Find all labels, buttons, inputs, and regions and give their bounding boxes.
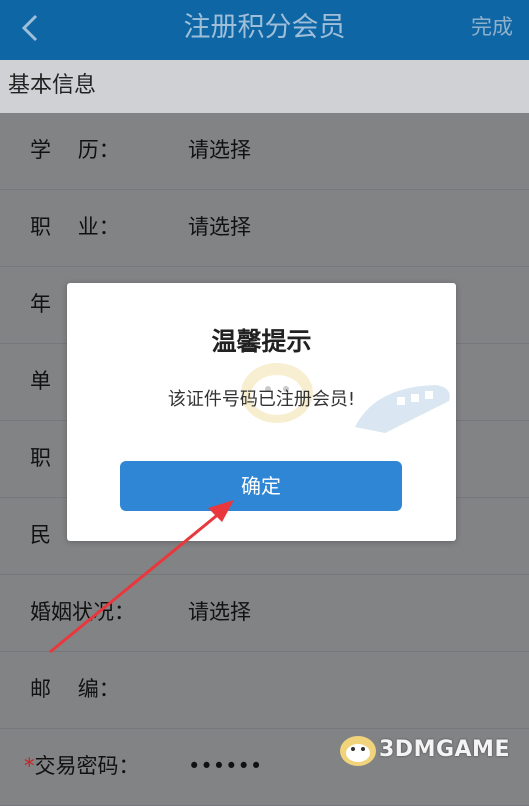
trade-password-label-text: 交易密码： <box>34 754 140 778</box>
education-select[interactable]: 请选择 <box>188 135 251 165</box>
section-title: 基本信息 <box>8 73 97 98</box>
dialog-title: 温馨提示 <box>211 327 312 356</box>
confirm-button[interactable]: 确定 <box>120 461 402 511</box>
ethnicity-label: 民 <box>30 523 51 547</box>
marital-status-label: 婚姻状况： <box>30 600 135 624</box>
form-row-occupation[interactable]: 职 业： 请选择 <box>0 190 529 267</box>
trade-password-label: *交易密码： <box>24 751 140 781</box>
trade-password-input[interactable]: •••••• <box>188 751 262 781</box>
company-label: 单 <box>30 369 51 393</box>
form-row-postcode[interactable]: 邮 编： <box>0 652 529 729</box>
position-label: 职 <box>30 446 51 470</box>
marital-status-select[interactable]: 请选择 <box>188 597 251 627</box>
postcode-label: 邮 编： <box>30 677 120 701</box>
occupation-select[interactable]: 请选择 <box>188 212 251 242</box>
site-watermark: 3DMGAME <box>336 725 526 773</box>
done-button[interactable]: 完成 <box>471 12 513 42</box>
alert-dialog: 温馨提示 该证件号码已注册会员! 确定 <box>67 283 456 541</box>
education-label: 学 历： <box>30 138 120 162</box>
app-header: 注册积分会员 完成 <box>0 0 529 60</box>
mascot-logo-icon <box>340 736 376 766</box>
occupation-label: 职 业： <box>30 215 120 239</box>
page-title: 注册积分会员 <box>183 12 346 43</box>
section-header: 基本信息 <box>0 60 529 113</box>
age-label: 年 <box>30 292 51 316</box>
form-row-education[interactable]: 学 历： 请选择 <box>0 113 529 190</box>
required-mark: * <box>24 754 35 778</box>
dialog-message: 该证件号码已注册会员! <box>167 389 356 410</box>
watermark-text: 3DMGAME <box>379 737 510 762</box>
form-row-marital-status[interactable]: 婚姻状况： 请选择 <box>0 575 529 652</box>
